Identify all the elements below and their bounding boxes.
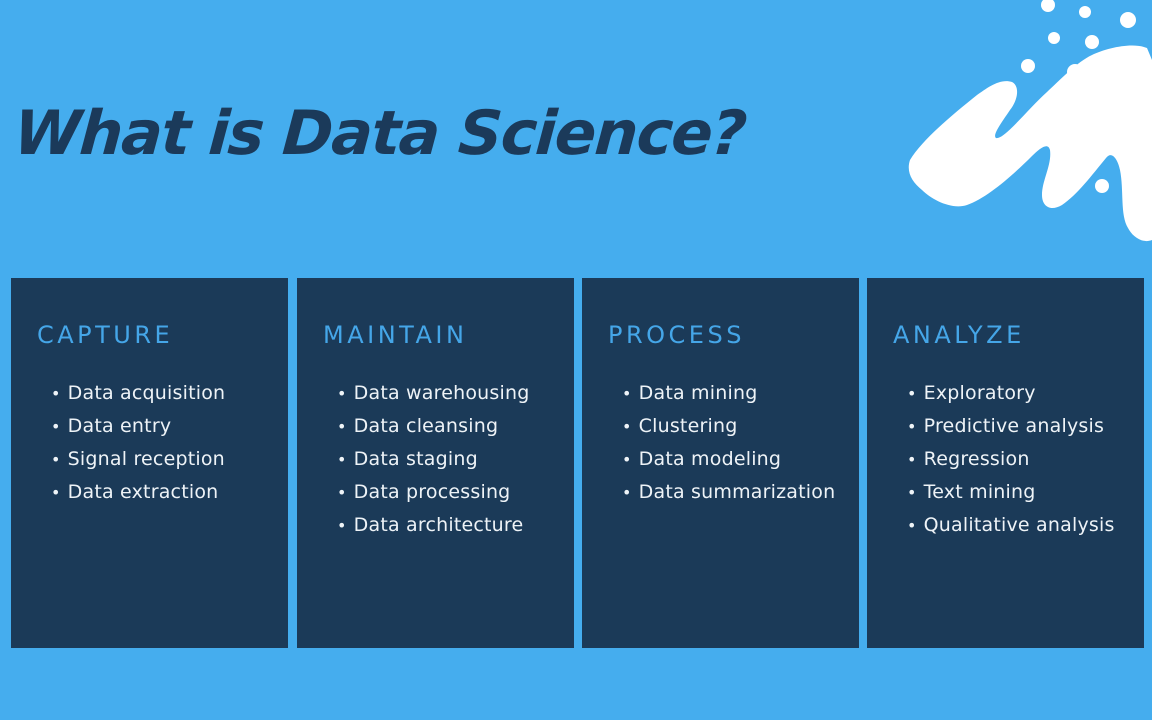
list-item: • Data cleansing bbox=[337, 415, 499, 437]
splash-dot bbox=[1120, 12, 1136, 28]
brush-splash-decoration bbox=[908, 0, 1152, 242]
bullet-icon: • bbox=[907, 483, 917, 502]
splash-dot bbox=[1085, 35, 1099, 49]
bullet-icon: • bbox=[337, 516, 347, 535]
bullet-icon: • bbox=[51, 417, 61, 436]
list-item: • Data processing bbox=[337, 481, 511, 503]
bullet-icon: • bbox=[622, 384, 632, 403]
list-item: • Data extraction bbox=[51, 481, 219, 503]
item-list: • Exploratory • Predictive analysis • Regre… bbox=[907, 377, 1144, 542]
item-list: • Data warehousing • Data cleansing • Data … bbox=[337, 377, 574, 542]
panel-heading: MAINTAIN bbox=[323, 321, 468, 349]
splash-dot bbox=[1079, 6, 1091, 18]
panel-maintain: MAINTAIN • Data warehousing • Data cleansi… bbox=[297, 278, 574, 648]
list-item: • Data architecture bbox=[337, 514, 524, 536]
panel-heading: ANALYZE bbox=[893, 321, 1025, 349]
panel-heading: CAPTURE bbox=[37, 321, 174, 349]
panel-capture: CAPTURE • Data acquisition • Data entry • S… bbox=[11, 278, 288, 648]
bullet-icon: • bbox=[907, 384, 917, 403]
list-item: • Signal reception bbox=[51, 448, 225, 470]
list-item: • Data staging bbox=[337, 448, 478, 470]
bullet-icon: • bbox=[907, 417, 917, 436]
splash-dot bbox=[1048, 32, 1060, 44]
bullet-icon: • bbox=[51, 384, 61, 403]
bullet-icon: • bbox=[907, 516, 917, 535]
item-list: • Data acquisition • Data entry • Signal re… bbox=[51, 377, 288, 509]
bullet-icon: • bbox=[51, 450, 61, 469]
list-item: • Data acquisition bbox=[51, 382, 226, 404]
bullet-icon: • bbox=[622, 417, 632, 436]
list-item: • Data mining bbox=[622, 382, 758, 404]
bullet-icon: • bbox=[337, 483, 347, 502]
bullet-icon: • bbox=[337, 417, 347, 436]
bullet-icon: • bbox=[337, 450, 347, 469]
list-item: • Data modeling bbox=[622, 448, 782, 470]
splash-dot bbox=[1110, 143, 1124, 157]
bullet-icon: • bbox=[337, 384, 347, 403]
splash-dot bbox=[1095, 179, 1109, 193]
list-item: • Data summarization bbox=[622, 481, 836, 503]
list-item: • Data entry bbox=[51, 415, 172, 437]
list-item: • Regression bbox=[907, 448, 1030, 470]
list-item: • Text mining bbox=[907, 481, 1036, 503]
bullet-icon: • bbox=[907, 450, 917, 469]
bullet-icon: • bbox=[622, 450, 632, 469]
splash-dot bbox=[1021, 59, 1035, 73]
bullet-icon: • bbox=[51, 483, 61, 502]
list-item: • Qualitative analysis bbox=[907, 514, 1115, 536]
list-item: • Predictive analysis bbox=[907, 415, 1105, 437]
list-item: • Exploratory bbox=[907, 382, 1036, 404]
panel-heading: PROCESS bbox=[608, 321, 745, 349]
panel-analyze: ANALYZE • Exploratory • Predictive analysi… bbox=[867, 278, 1144, 648]
splash-dot bbox=[1041, 0, 1055, 12]
page-title: What is Data Science? bbox=[11, 98, 748, 169]
panel-process: PROCESS • Data mining • Clustering • Data m… bbox=[582, 278, 859, 648]
item-list: • Data mining • Clustering • Data modeling … bbox=[622, 377, 859, 509]
bullet-icon: • bbox=[622, 483, 632, 502]
list-item: • Clustering bbox=[622, 415, 738, 437]
list-item: • Data warehousing bbox=[337, 382, 530, 404]
splash-dot bbox=[1067, 64, 1083, 80]
